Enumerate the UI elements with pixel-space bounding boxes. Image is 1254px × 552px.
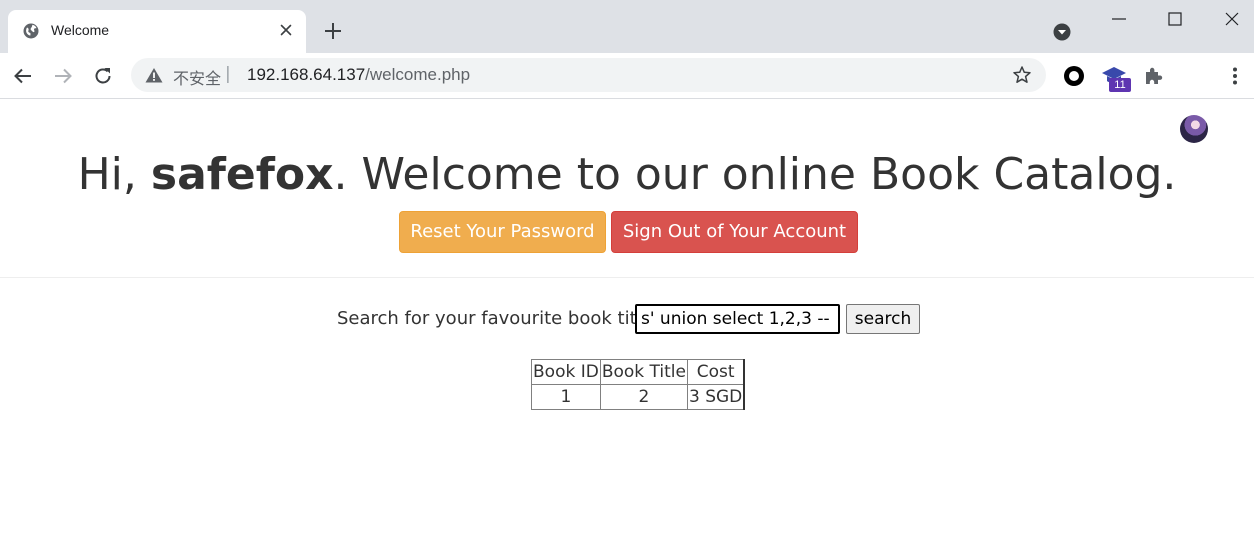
search-input[interactable] [635,304,840,334]
search-button[interactable]: search [846,304,920,334]
extension-ring-icon[interactable] [1061,63,1087,89]
cell-book-title: 2 [599,384,688,410]
url-host: 192.168.64.137 [247,65,366,84]
page-title: Hi, safefox. Welcome to our online Book … [0,145,1254,205]
extensions-puzzle-icon[interactable] [1141,63,1167,89]
minimize-icon[interactable] [1108,8,1130,30]
sign-out-button[interactable]: Sign Out of Your Account [611,211,858,253]
greeting-prefix: Hi, [77,149,151,200]
cell-book-id: 1 [531,384,601,410]
username: safefox [150,149,334,200]
warning-icon[interactable] [145,67,163,83]
back-arrow-icon[interactable] [12,65,34,87]
maximize-icon[interactable] [1164,8,1186,30]
page-content: Hi, safefox. Welcome to our online Book … [0,99,1254,552]
globe-icon [23,23,39,39]
extension-badge: 11 [1109,78,1131,92]
divider [0,277,1254,278]
search-label: Search for your favourite book title [337,308,653,329]
table-row: 1 2 3 SGD [531,384,746,410]
tab-strip: Welcome [0,0,1254,53]
browser-tab-active[interactable]: Welcome [8,10,306,53]
reset-password-button[interactable]: Reset Your Password [399,211,606,253]
column-header-book-id: Book ID [531,359,601,385]
greeting-suffix: . Welcome to our online Book Catalog. [333,149,1177,200]
url-path: /welcome.php [365,65,471,84]
close-tab-icon[interactable] [278,22,294,38]
new-tab-icon[interactable] [322,20,344,42]
more-menu-icon[interactable] [1222,63,1248,89]
close-window-icon[interactable] [1221,8,1243,30]
column-header-book-title: Book Title [599,359,688,385]
tab-search-icon[interactable] [1053,23,1071,41]
bookmark-star-icon[interactable] [1012,65,1032,85]
results-table: Book ID Book Title Cost 1 2 3 SGD [531,359,746,410]
table-header-row: Book ID Book Title Cost [531,359,746,385]
security-label[interactable]: 不安全 [173,65,221,89]
cell-cost: 3 SGD [686,384,746,410]
reload-icon[interactable] [92,65,114,87]
address-separator: | [225,64,231,84]
browser-toolbar: 不安全 | 192.168.64.137/welcome.php [0,53,1254,143]
forward-arrow-icon[interactable] [52,65,74,87]
column-header-cost: Cost [686,359,746,385]
address-bar[interactable]: 不安全 | 192.168.64.137/welcome.php [131,58,1046,92]
url-text[interactable]: 192.168.64.137/welcome.php [247,65,470,85]
tab-title: Welcome [51,22,110,38]
